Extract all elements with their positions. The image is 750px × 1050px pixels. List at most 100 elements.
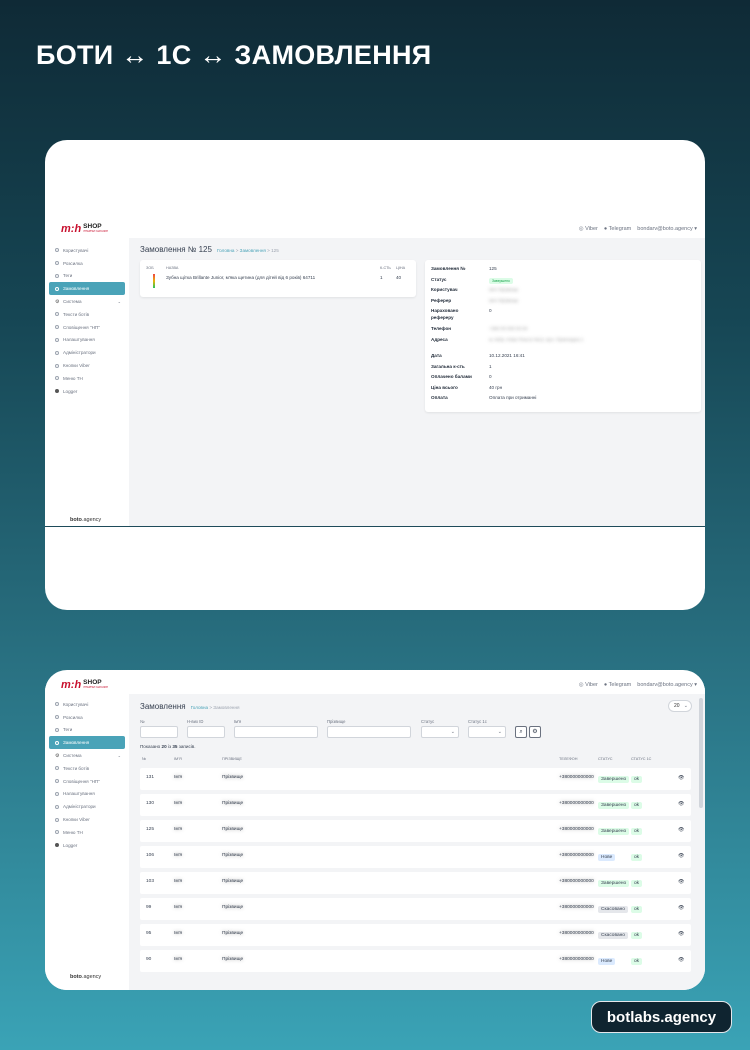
status-badge: Скасовано	[598, 906, 628, 913]
cell-phone: +380000000000	[559, 931, 594, 936]
circle-icon	[55, 350, 59, 355]
status1c-badge: ok	[631, 932, 643, 939]
cell-phone: +380000000000	[559, 853, 594, 858]
cell-surname: Прізвище	[222, 905, 244, 910]
sidebar-item-label: Меню TH	[63, 829, 83, 835]
sidebar-item[interactable]: Розсилка	[45, 711, 129, 724]
sidebar-item[interactable]: Logger	[45, 839, 129, 852]
sidebar-item[interactable]: Кнопки Viber	[45, 359, 129, 372]
filter-name-input[interactable]	[234, 726, 318, 738]
sidebar-item[interactable]: Розсилка	[45, 257, 129, 270]
sidebar-item[interactable]: Замовлення	[49, 736, 125, 750]
sidebar-item[interactable]: Logger	[45, 385, 129, 398]
sidebar-item[interactable]: Налаштування	[45, 334, 129, 347]
view-icon[interactable]: 👁	[678, 827, 684, 833]
sidebar-item-label: Користувачі	[63, 247, 89, 253]
detail-label: Ціна всього	[431, 384, 458, 390]
table-row[interactable]: 103 Ім'я Прізвище +380000000000 Завершено ok 👁	[140, 872, 691, 894]
sidebar-item-label: Користувачі	[63, 701, 89, 707]
table-row[interactable]: 106 Ім'я Прізвище +380000000000 Нове ok 👁	[140, 846, 691, 868]
col-name: ІМ'Я	[174, 757, 182, 761]
table-row[interactable]: 125 Ім'я Прізвище +380000000000 Завершено ok 👁	[140, 820, 691, 842]
circle-icon	[55, 363, 59, 368]
view-icon[interactable]: 👁	[678, 931, 684, 937]
telegram-link[interactable]: ● Telegram	[604, 226, 631, 232]
settings-button[interactable]: ⚙	[529, 726, 541, 738]
search-button[interactable]: ⌕	[515, 726, 527, 738]
viber-link[interactable]: ◎ Viber	[579, 226, 598, 232]
sidebar-item[interactable]: Теги	[45, 724, 129, 737]
status1c-badge: ok	[631, 958, 643, 965]
sidebar-item[interactable]: Сповіщення "НП"	[45, 321, 129, 334]
sidebar-item[interactable]: ⚙ Система ⌄	[45, 749, 129, 762]
table-row[interactable]: 130 Ім'я Прізвище +380000000000 Завершено ok 👁	[140, 794, 691, 816]
sidebar-item-label: Logger	[63, 388, 78, 394]
item-name: Зубна щітка Brillante Junior, м'яка щети…	[166, 275, 316, 280]
detail-label: Замовлення №	[431, 266, 466, 271]
breadcrumb-home[interactable]: Головна	[191, 705, 208, 710]
sidebar-item[interactable]: Користувачі	[45, 244, 129, 257]
sidebar-item[interactable]: Сповіщення "НП"	[45, 775, 129, 788]
viber-link[interactable]: ◎ Viber	[579, 682, 598, 688]
scrollbar[interactable]	[699, 698, 703, 808]
sidebar-item-label: Налаштування	[63, 791, 95, 797]
sidebar-item[interactable]: Меню TH	[45, 372, 129, 385]
sidebar-item-label: Теги	[63, 727, 73, 733]
filter-status-select[interactable]: ⌄	[421, 726, 459, 738]
user-menu[interactable]: bondarv@boto.agency ▾	[637, 226, 697, 232]
sidebar-item-label: Сповіщення "НП"	[63, 778, 100, 784]
sidebar-item[interactable]: Налаштування	[45, 788, 129, 801]
detail-label: Нараховано рефереру	[431, 308, 459, 320]
filter-num-input[interactable]	[140, 726, 178, 738]
view-icon[interactable]: 👁	[678, 775, 684, 781]
cell-name: Ім'я	[174, 775, 183, 780]
circle-icon	[55, 791, 59, 796]
view-icon[interactable]: 👁	[678, 853, 684, 859]
sidebar-item[interactable]: Меню TH	[45, 826, 129, 839]
divider	[45, 526, 705, 527]
circle-icon	[55, 804, 59, 809]
sidebar-item[interactable]: Тексти ботів	[45, 308, 129, 321]
sidebar-item[interactable]: Адміністратори	[45, 346, 129, 359]
filter-ext-input[interactable]	[187, 726, 225, 738]
table-row[interactable]: 99 Ім'я Прізвище +380000000000 Скасовано ok 👁	[140, 898, 691, 920]
circle-icon	[55, 766, 59, 771]
page-title: Замовлення № 125	[140, 245, 212, 254]
orders-list-app: m:h SHOP ІНТЕРНЕТ-МАГАЗИН ◎ Viber ● Teleg…	[45, 676, 705, 990]
user-menu[interactable]: bondarv@boto.agency ▾	[637, 682, 697, 688]
cell-phone: +380000000000	[559, 801, 594, 806]
status1c-badge: ok	[631, 906, 643, 913]
telegram-link[interactable]: ● Telegram	[604, 682, 631, 688]
breadcrumb-home[interactable]: Головна	[217, 248, 234, 253]
sidebar-item[interactable]: ⚙ Система ⌄	[45, 295, 129, 308]
sidebar-item[interactable]: Тексти ботів	[45, 762, 129, 775]
col-qty: К-СТЬ	[380, 266, 391, 270]
sidebar-item-label: Замовлення	[63, 740, 90, 746]
circle-icon	[55, 337, 59, 342]
view-icon[interactable]: 👁	[678, 879, 684, 885]
filter-status-label: Статус	[421, 719, 435, 724]
view-icon[interactable]: 👁	[678, 957, 684, 963]
cell-surname: Прізвище	[222, 957, 244, 962]
sidebar-item[interactable]: Теги	[45, 270, 129, 283]
page-size-select[interactable]: 20 ⌄	[668, 700, 692, 712]
table-row[interactable]: 95 Ім'я Прізвище +380000000000 Скасовано ok 👁	[140, 924, 691, 946]
filter-status1c-select[interactable]: ⌄	[468, 726, 506, 738]
chevron-down-icon: ⌄	[117, 299, 121, 305]
sidebar-item[interactable]: Кнопки Viber	[45, 813, 129, 826]
filter-surname-input[interactable]	[327, 726, 411, 738]
view-icon[interactable]: 👁	[678, 905, 684, 911]
table-row[interactable]: 90 Ім'я Прізвище +380000000000 Нове ok 👁	[140, 950, 691, 972]
breadcrumb-section[interactable]: Замовлення	[240, 248, 266, 253]
filter-ext-label: Н-вих ID	[187, 719, 204, 724]
sidebar-item[interactable]: Адміністратори	[45, 800, 129, 813]
view-icon[interactable]: 👁	[678, 801, 684, 807]
sidebar-item[interactable]: Замовлення	[49, 282, 125, 296]
col-name: НАЗВА	[166, 266, 179, 270]
cell-phone: +380000000000	[559, 775, 594, 780]
sidebar-item[interactable]: Користувачі	[45, 698, 129, 711]
sidebar-item-label: Кнопки Viber	[63, 363, 90, 369]
circle-icon	[55, 286, 59, 291]
table-row[interactable]: 131 Ім'я Прізвище +380000000000 Завершено ok 👁	[140, 768, 691, 790]
sidebar-footer-brand: boto.agency	[70, 974, 102, 980]
